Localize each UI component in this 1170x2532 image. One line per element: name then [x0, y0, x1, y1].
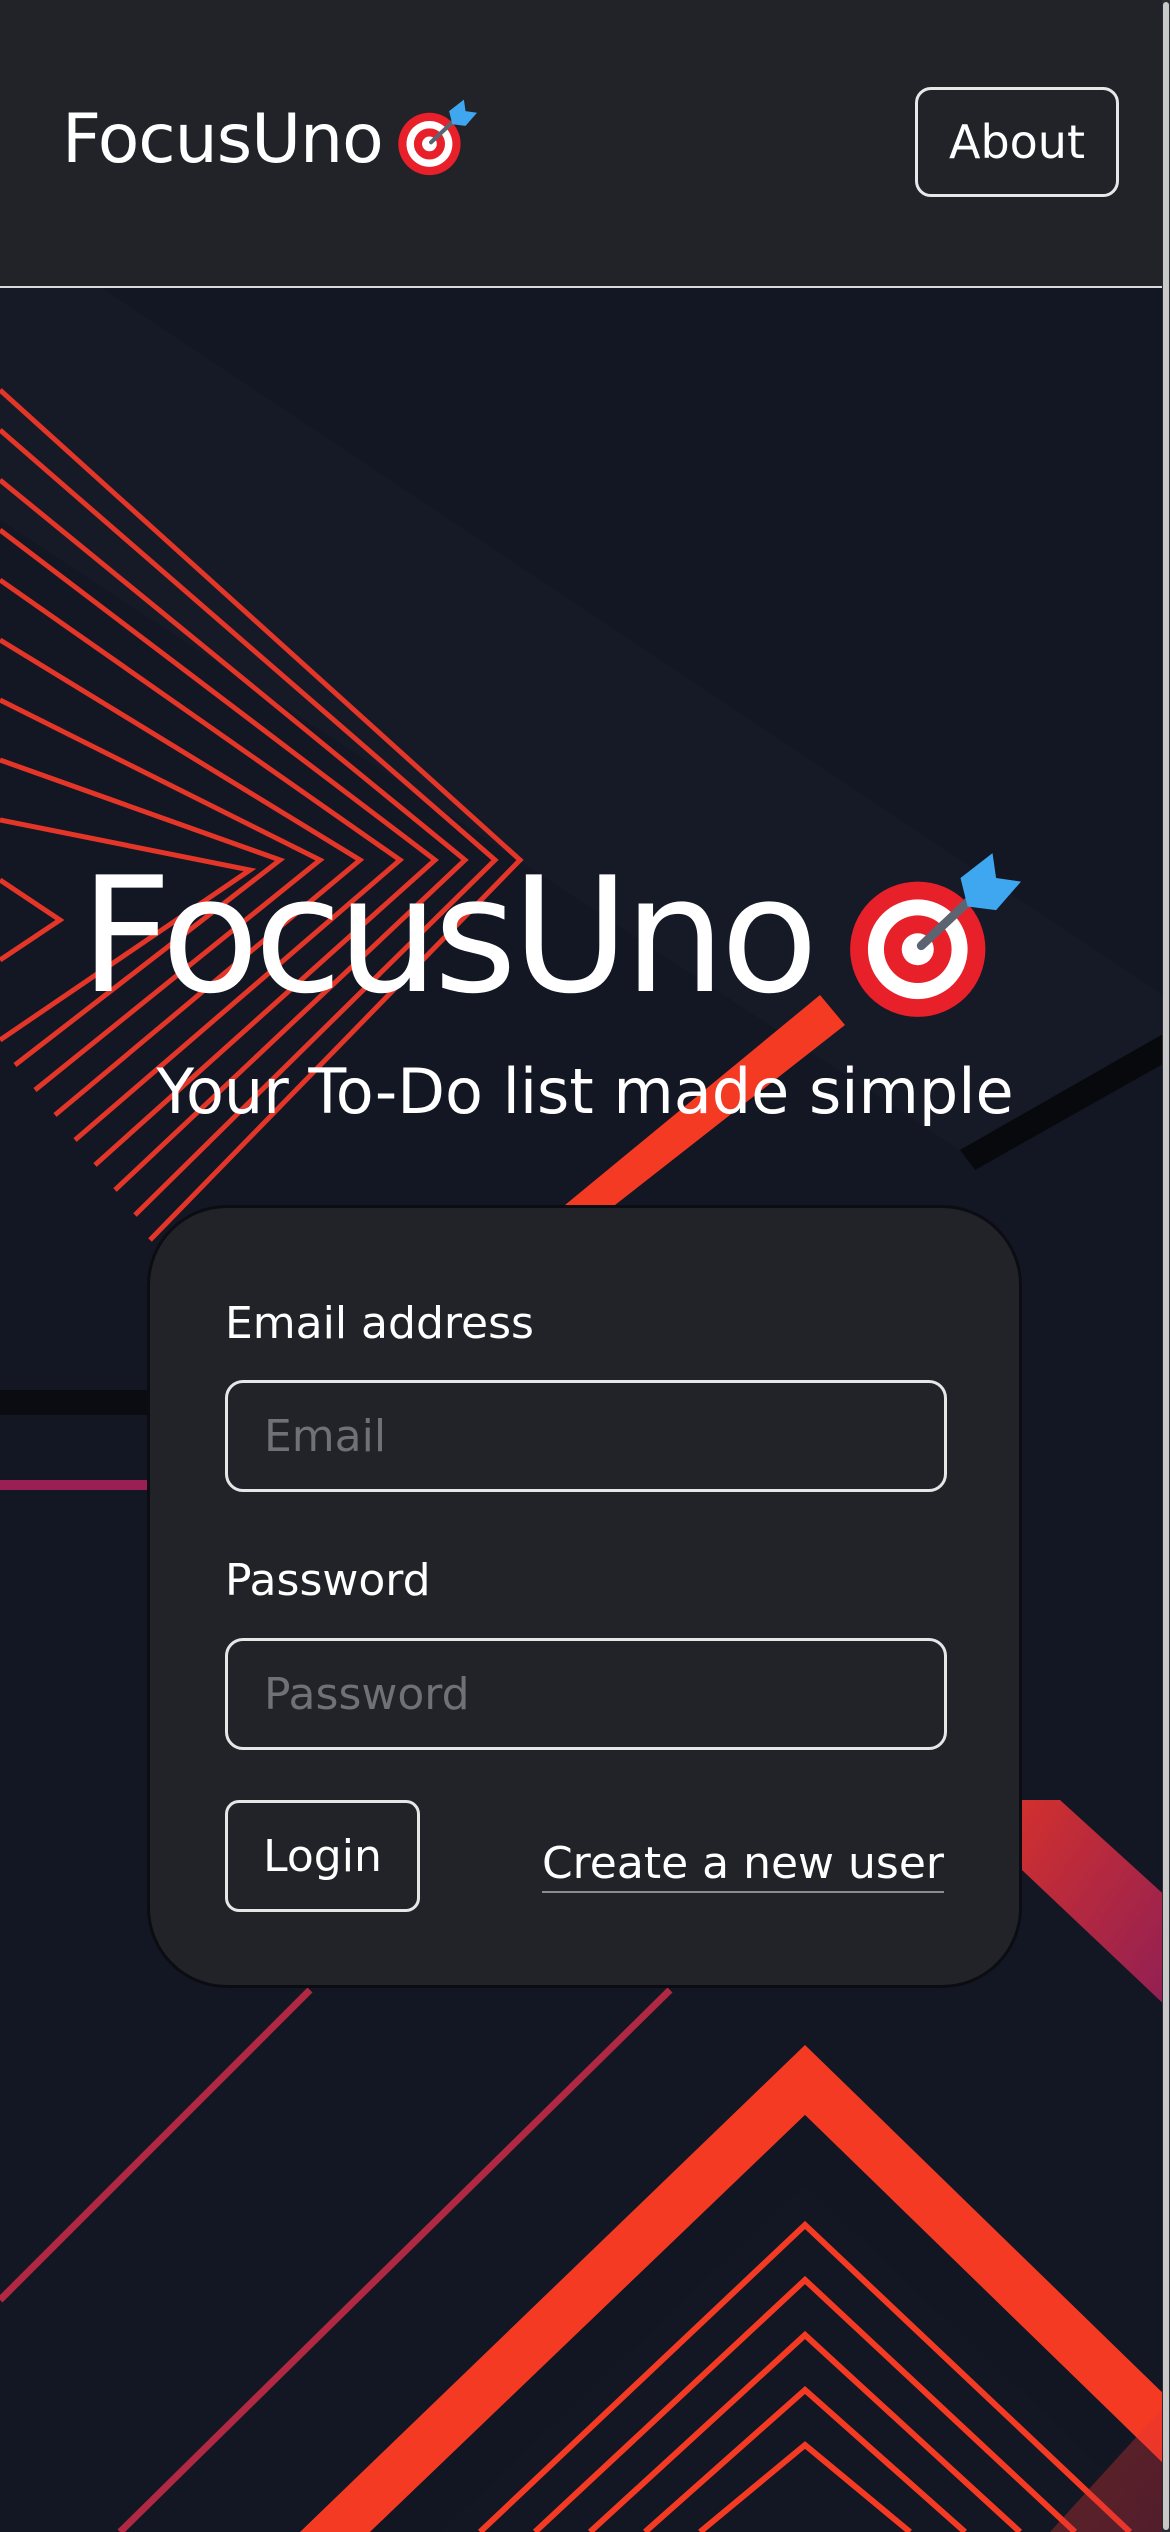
- email-label: Email address: [225, 1298, 534, 1349]
- scrollbar-thumb[interactable]: [1163, 2, 1169, 2530]
- dart-target-icon: [850, 853, 1022, 1017]
- create-user-link[interactable]: Create a new user: [541, 1838, 944, 1893]
- dart-target-icon: [397, 99, 477, 176]
- login-button[interactable]: Login: [225, 1800, 420, 1912]
- brand-text: FocusUno: [62, 99, 384, 179]
- about-button[interactable]: About: [915, 87, 1119, 197]
- hero-title-text: FocusUno: [80, 841, 818, 1029]
- navbar-brand[interactable]: FocusUno: [62, 92, 477, 186]
- login-card: Email address Password Login Create a ne…: [147, 1205, 1022, 1988]
- login-page: FocusUno About FocusUno Your To-Do list …: [0, 0, 1170, 2532]
- hero-subtitle: Your To-Do list made simple: [156, 1055, 1014, 1128]
- email-input[interactable]: [225, 1380, 947, 1492]
- navbar: FocusUno About: [0, 0, 1162, 288]
- password-input[interactable]: [225, 1638, 947, 1750]
- password-label: Password: [225, 1555, 431, 1606]
- hero-title: FocusUno: [80, 840, 1022, 1030]
